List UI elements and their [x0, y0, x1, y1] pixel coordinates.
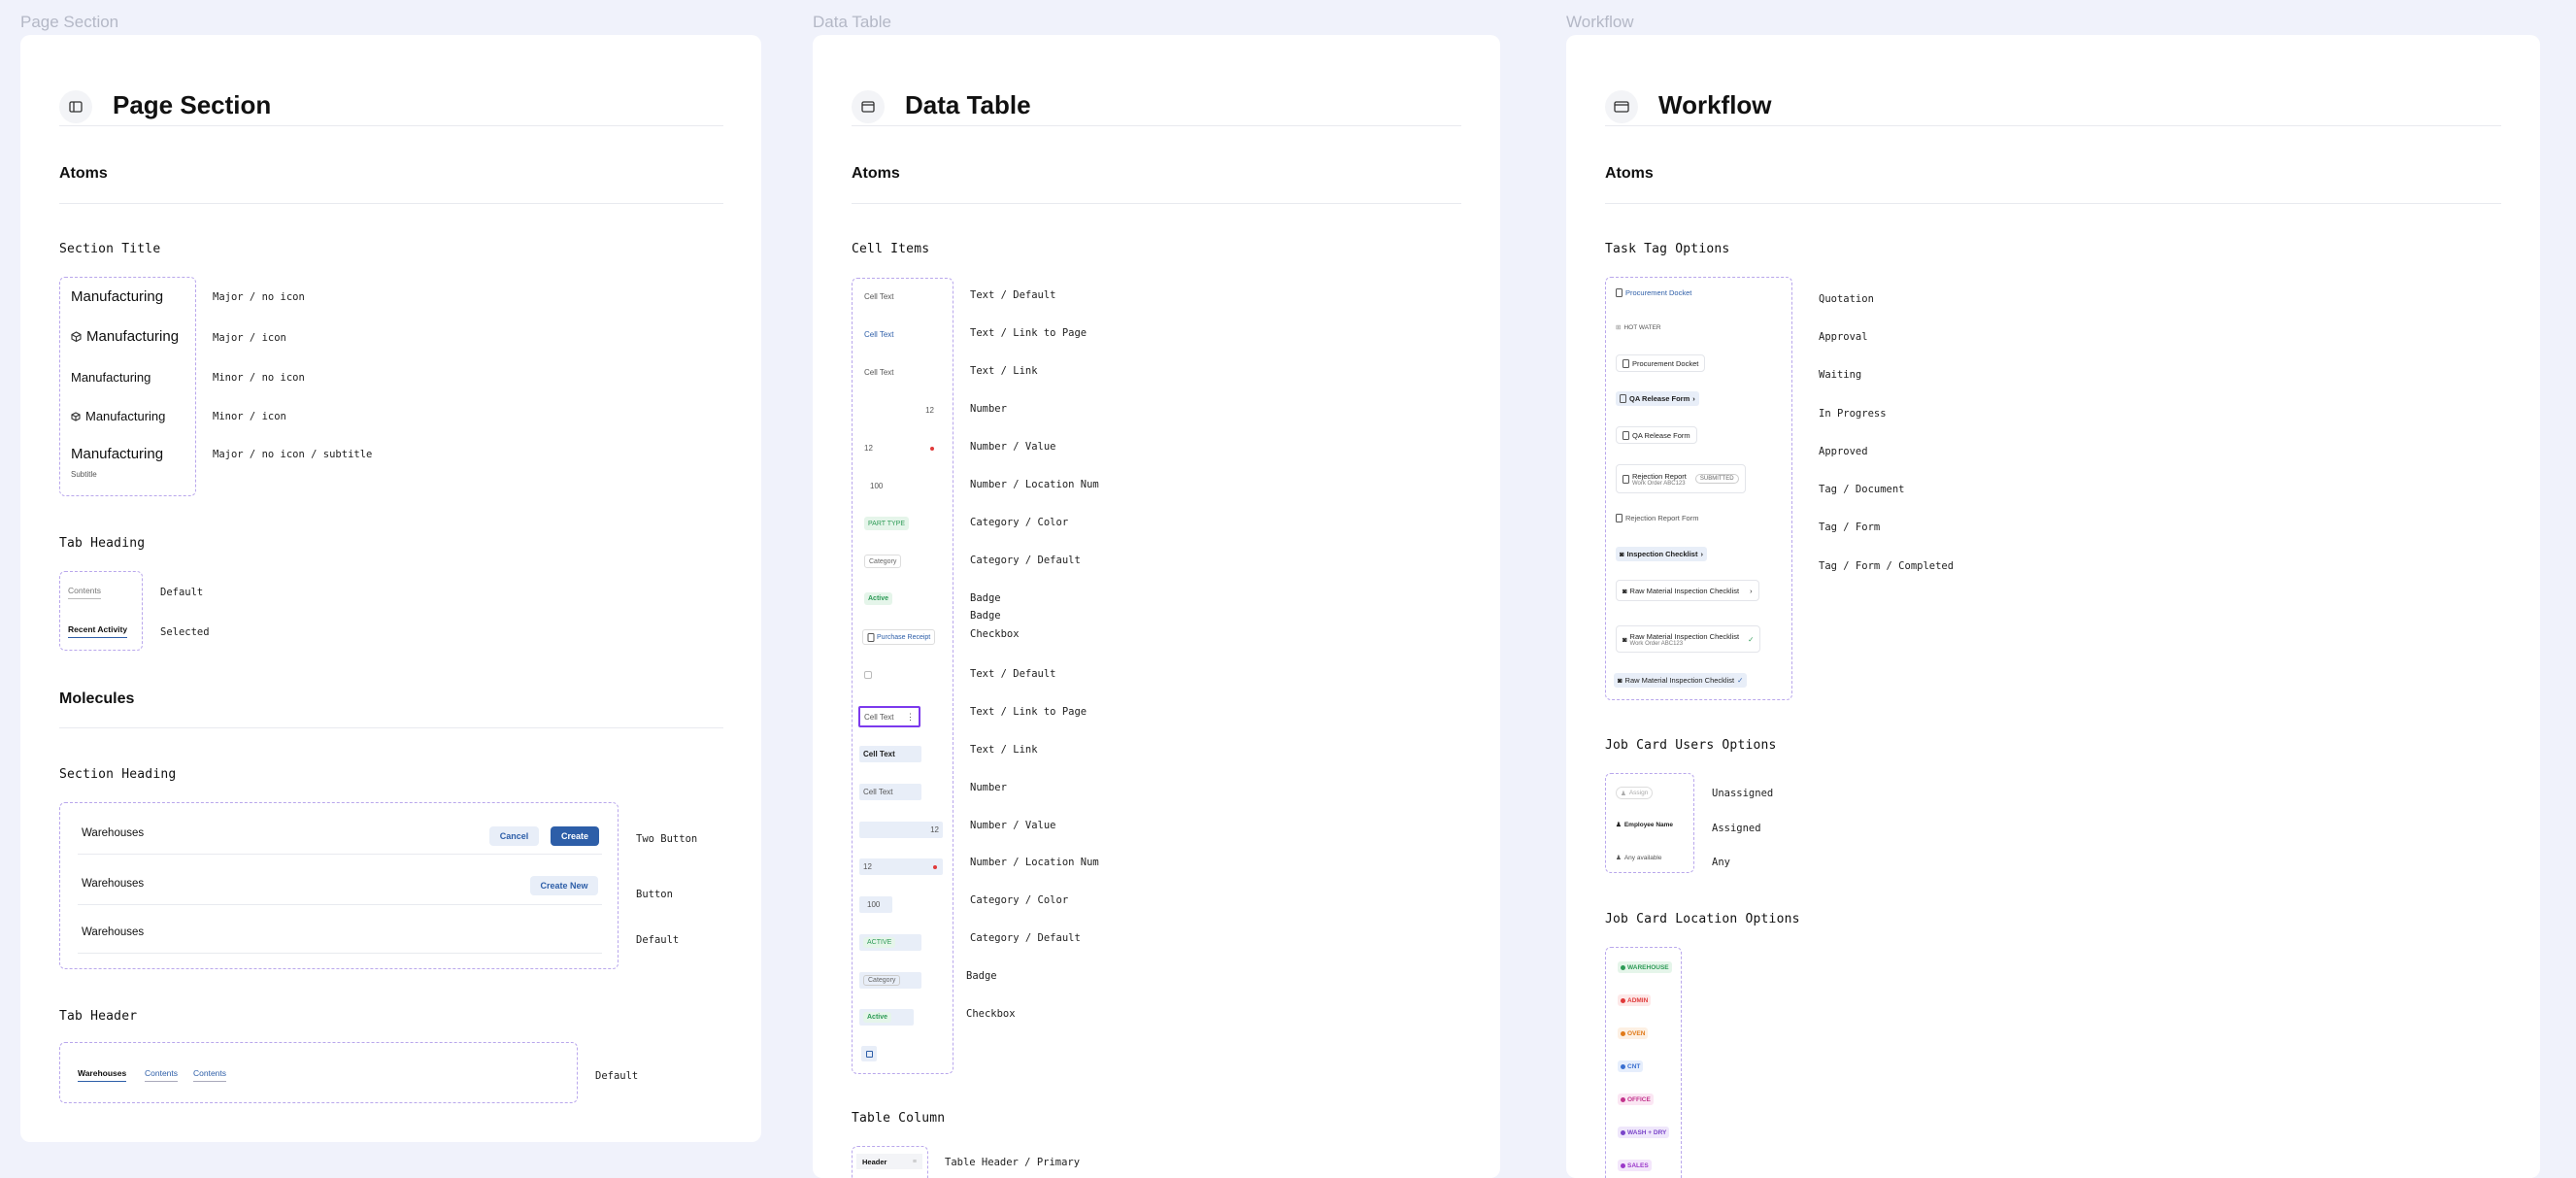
section-title-minor-icon: Manufacturing	[71, 409, 165, 423]
cell-category-color: PART TYPE	[864, 517, 909, 530]
kebab-icon: ⋮	[906, 711, 915, 722]
cell-items-heading: Cell Items	[852, 242, 930, 256]
cell-items-frame: Cell Text Cell Text Cell Text 12 12 100 …	[852, 278, 953, 1074]
section-title-frame: Manufacturing Manufacturing Manufacturin…	[59, 277, 196, 496]
cube-icon	[71, 331, 82, 342]
page-title: Workflow	[1658, 90, 1772, 119]
section-title-major: Manufacturing	[71, 288, 164, 305]
document-icon	[1616, 514, 1623, 522]
job-users-frame: ♟ Assign ♟ Employee Name ♟ Any available	[1605, 773, 1694, 873]
job-users-heading: Job Card Users Options	[1605, 738, 1777, 753]
window-icon	[1605, 90, 1638, 123]
table-column-heading: Table Column	[852, 1111, 946, 1126]
section-heading-heading: Section Heading	[59, 767, 177, 782]
chevron-right-icon: ›	[1750, 586, 1753, 595]
cell-selected[interactable]: Cell Text ⋮	[858, 706, 920, 727]
tab-default[interactable]: Contents	[68, 586, 102, 599]
task-tag-frame: Procurement Docket ⊞ HOT WATER Procuremen…	[1605, 277, 1792, 700]
cell-text-link-page[interactable]: Cell Text	[860, 326, 919, 343]
page-title: Page Section	[113, 90, 272, 119]
clipboard-icon: ◙	[1618, 676, 1623, 685]
section-heading-frame: Warehouses Cancel Create Warehouses Crea…	[59, 802, 619, 969]
data-table-card: Data Table Atoms Cell Items Cell Text Ce…	[813, 35, 1500, 1178]
workflow-card: Workflow Atoms Task Tag Options Procurem…	[1566, 35, 2540, 1178]
molecules-heading: Molecules	[59, 690, 135, 707]
task-tag-heading: Task Tag Options	[1605, 242, 1730, 256]
location-chip[interactable]: OVEN	[1618, 1027, 1649, 1039]
cell-badge: Active	[864, 592, 893, 605]
page-label-table: Data Table	[813, 13, 891, 31]
tab-header-heading: Tab Header	[59, 1009, 138, 1024]
chevron-right-icon: ›	[1700, 550, 1703, 558]
window-icon	[852, 90, 885, 123]
clipboard-icon: ◙	[1623, 586, 1627, 595]
sidebar-icon	[59, 90, 92, 123]
user-icon: ♟	[1621, 790, 1626, 797]
document-icon	[1623, 430, 1629, 440]
job-location-heading: Job Card Location Options	[1605, 912, 1800, 926]
section-title-major-icon: Manufacturing	[71, 328, 179, 345]
employee-chip[interactable]: ♟ Employee Name	[1616, 821, 1673, 829]
page-label-section: Page Section	[20, 13, 119, 31]
create-button[interactable]: Create	[551, 826, 599, 846]
tab-selected[interactable]: Recent Activity	[68, 624, 128, 638]
page-label-workflow: Workflow	[1566, 13, 1634, 31]
tab-header-warehouses[interactable]: Warehouses	[78, 1068, 127, 1082]
cancel-button[interactable]: Cancel	[489, 826, 539, 846]
user-icon: ♟	[1616, 855, 1622, 861]
location-chip[interactable]: ADMIN	[1618, 994, 1652, 1006]
location-chip[interactable]: OFFICE	[1618, 1094, 1654, 1105]
document-icon	[1623, 358, 1629, 368]
location-chip[interactable]: CNT	[1618, 1060, 1644, 1072]
tab-heading-heading: Tab Heading	[59, 536, 146, 551]
subtitle-text: Subtitle	[71, 470, 97, 479]
any-chip[interactable]: ♟ Any available	[1616, 854, 1662, 862]
document-icon	[1620, 394, 1626, 403]
tab-heading-frame: Contents Recent Activity	[59, 571, 143, 651]
alert-dot-icon	[930, 446, 934, 451]
document-icon	[867, 632, 875, 642]
checkbox[interactable]	[864, 671, 872, 679]
cell-number-value: 12	[860, 440, 938, 456]
check-icon: ✓	[1737, 676, 1744, 685]
assign-chip[interactable]: ♟ Assign	[1616, 787, 1654, 799]
cell-category-default: Category	[864, 555, 902, 568]
table-header-cell[interactable]: Header ≡	[856, 1154, 922, 1169]
create-new-button[interactable]: Create New	[530, 876, 598, 895]
location-chip[interactable]: WASH + DRY	[1618, 1127, 1670, 1138]
document-icon	[1616, 288, 1623, 297]
cell-tag[interactable]: Purchase Receipt	[862, 629, 936, 645]
checkbox-checked[interactable]	[861, 1046, 877, 1061]
user-icon: ♟	[1616, 822, 1622, 828]
clipboard-icon: ◙	[1623, 634, 1627, 644]
alert-dot-icon	[933, 864, 937, 869]
cell-text-link[interactable]: Cell Text	[860, 364, 919, 381]
document-icon	[1623, 474, 1629, 484]
table-column-frame: Header ≡	[852, 1146, 928, 1178]
cell-location-num: 100	[870, 482, 884, 490]
cell-number: 12	[925, 406, 934, 415]
clipboard-icon: ◙	[1620, 550, 1624, 558]
sort-icon: ≡	[912, 1158, 917, 1165]
section-title-heading: Section Title	[59, 242, 161, 256]
chevron-right-icon: ›	[1692, 394, 1695, 403]
cube-icon	[71, 411, 81, 421]
page-title: Data Table	[905, 90, 1031, 119]
tag-icon: ⊞	[1616, 324, 1622, 331]
atoms-heading: Atoms	[59, 165, 108, 182]
location-chip[interactable]: SALES	[1618, 1160, 1652, 1171]
tab-header-contents[interactable]: Contents	[145, 1068, 179, 1082]
cell-text-default: Cell Text	[864, 292, 894, 301]
job-location-frame: WAREHOUSE ADMIN OVEN CNT OFFICE WASH + D…	[1605, 947, 1682, 1178]
section-title-minor: Manufacturing	[71, 370, 151, 385]
check-icon: ✓	[1748, 634, 1755, 644]
tab-header-contents-2[interactable]: Contents	[193, 1068, 227, 1082]
page-section-card: Page Section Atoms Section Title Manufac…	[20, 35, 761, 1142]
section-title-subtitle: Manufacturing	[71, 446, 164, 462]
location-chip[interactable]: WAREHOUSE	[1618, 961, 1672, 973]
tab-header-frame: Warehouses Contents Contents	[59, 1042, 578, 1103]
